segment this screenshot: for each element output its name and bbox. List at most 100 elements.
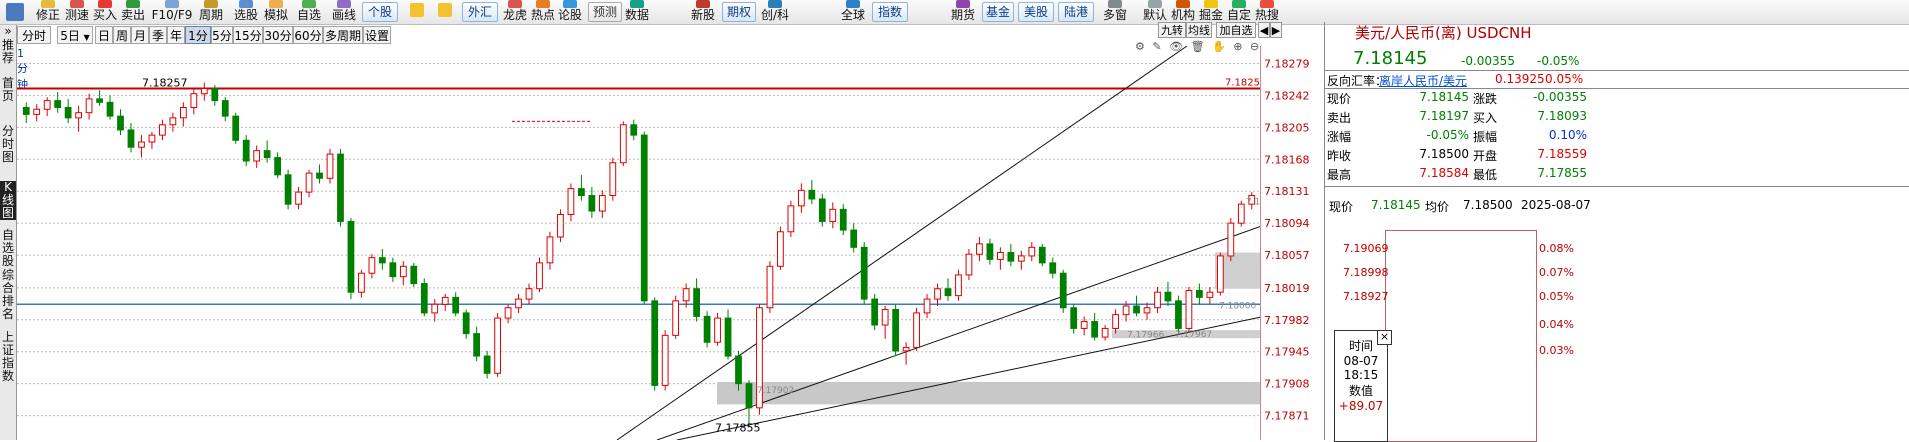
toolbar-data-button[interactable]: 数据	[624, 0, 650, 24]
toolbar-forex-button[interactable]: 外汇	[462, 2, 498, 22]
tab-week[interactable]: 周	[113, 26, 131, 44]
toolbar-global-button[interactable]: 全球	[840, 0, 866, 24]
toolbar-gold-button[interactable]: 掘金	[1198, 0, 1224, 24]
tab-add-watchlist[interactable]: 加自选	[1216, 22, 1256, 38]
candle-body	[892, 308, 900, 352]
toolbar-multi-window-button[interactable]: 多窗	[1102, 0, 1128, 24]
toolbar-chinext-button[interactable]: 创/科	[760, 0, 790, 24]
mini-left-tick: 7.18927	[1343, 290, 1389, 303]
candle-body	[996, 251, 1004, 260]
toolbar-sell-button[interactable]: 卖出	[120, 0, 146, 24]
candle-body	[630, 124, 638, 136]
nav-kline[interactable]: K线图	[0, 181, 16, 220]
tab-ma[interactable]: 均线	[1186, 22, 1212, 38]
quote-value: -0.05%	[1426, 128, 1469, 142]
candlestick-chart[interactable]: 7.18250 7.18257 7.17855 7.17902 7.17966 7.179…	[17, 46, 1260, 440]
level-label: 7.1	[1246, 198, 1260, 208]
toolbar-options-button[interactable]: 期权	[722, 2, 756, 22]
close-icon[interactable]: ×	[1377, 330, 1392, 345]
nav-home[interactable]: 首页	[0, 77, 16, 103]
toolbar-buy-button[interactable]: 买入	[92, 0, 118, 24]
toolbar-hk-connect-button[interactable]: 陆港	[1058, 2, 1094, 22]
candle-body	[274, 157, 282, 176]
toolbar-stock-picker-button[interactable]: 选股	[232, 0, 260, 24]
candle-body	[808, 189, 816, 200]
tab-30min[interactable]: 30分	[263, 26, 293, 44]
toolbar-draw-line-button[interactable]: 画线	[330, 0, 358, 24]
toolbar-futures-button[interactable]: 期货	[950, 0, 976, 24]
tab-timeshare[interactable]: 分时	[17, 26, 51, 44]
tab-season[interactable]: 季	[149, 26, 167, 44]
candle-body	[117, 115, 124, 131]
toolbar-custom-button[interactable]: 自定	[1226, 0, 1252, 24]
tab-60min[interactable]: 60分	[293, 26, 323, 44]
nav-recommend[interactable]: 推荐	[0, 39, 16, 65]
candle-body	[316, 172, 323, 179]
toolbar-default-button[interactable]: 默认	[1142, 0, 1168, 24]
candle-body	[881, 308, 889, 326]
toolbar-us-stock-button[interactable]: 美股	[1018, 2, 1054, 22]
toolbar-speedtest-button[interactable]: 测速	[64, 0, 90, 24]
reverse-rate-label: 反向汇率：	[1327, 74, 1388, 88]
candle-body	[536, 262, 543, 290]
nav-ranking[interactable]: 综合排名	[0, 269, 16, 321]
nav-sh-index[interactable]: 上证指数	[0, 331, 16, 383]
candle-body	[546, 236, 554, 264]
tab-nine-turn[interactable]: 九转	[1158, 22, 1186, 38]
toolbar-fix-button[interactable]: 修正	[35, 0, 61, 24]
toolbar-period-button[interactable]: 周期	[196, 0, 226, 24]
nav-next-icon[interactable]: ▶	[1270, 22, 1282, 38]
candle-body	[179, 107, 187, 119]
candle-body	[431, 303, 439, 314]
app-menu-icon[interactable]	[0, 0, 30, 24]
toolbar-dragon-tiger-button[interactable]: 龙虎	[502, 0, 528, 24]
candle-body	[913, 312, 920, 348]
toolbar-individual-stock-button[interactable]: 个股	[362, 2, 398, 22]
toolbar-fund-button[interactable]: 基金	[982, 2, 1014, 22]
tab-15min[interactable]: 15分	[233, 26, 263, 44]
toolbar-f10-button[interactable]: F10/F9	[150, 0, 194, 24]
candle-body	[1091, 321, 1099, 338]
tab-settings[interactable]: 设置	[363, 26, 391, 44]
candle-body	[567, 188, 575, 216]
candle-body	[986, 243, 994, 260]
reverse-rate-pct: 0.05%	[1545, 72, 1584, 86]
candle-body	[159, 124, 166, 136]
tab-month[interactable]: 月	[131, 26, 149, 44]
candle-body	[33, 108, 41, 115]
candle-body	[619, 124, 627, 164]
arrow-down-icon[interactable]	[432, 0, 458, 24]
collapse-icon[interactable]: »	[0, 25, 16, 38]
nav-timeshare[interactable]: 分时图	[0, 125, 16, 164]
candle-body	[504, 307, 512, 319]
tab-1min[interactable]: 1分	[185, 26, 211, 44]
arrow-left-icon[interactable]	[404, 0, 430, 24]
candle-body	[829, 208, 837, 222]
toolbar-index-button[interactable]: 指数	[872, 2, 908, 22]
candle-body	[253, 150, 261, 162]
toolbar-watchlist-button[interactable]: 自选	[295, 0, 323, 24]
toolbar-simulate-button[interactable]: 模拟	[262, 0, 290, 24]
toolbar-discuss-button[interactable]: 论股	[557, 0, 583, 24]
tab-day[interactable]: 日	[95, 26, 113, 44]
candle-body	[410, 265, 418, 285]
nav-prev-icon[interactable]: ◀	[1258, 22, 1270, 38]
tab-5day[interactable]: 5日 ▼	[57, 26, 93, 44]
current-price: 7.18145	[1353, 48, 1428, 69]
nav-watchlist[interactable]: 自选股	[0, 229, 16, 268]
tab-5min[interactable]: 5分	[211, 26, 233, 44]
tab-multi-period[interactable]: 多周期	[323, 26, 363, 44]
chevron-down-icon: ▼	[83, 33, 90, 42]
candle-body	[358, 272, 365, 293]
tab-year[interactable]: 年	[167, 26, 185, 44]
toolbar-hotspot-button[interactable]: 热点	[530, 0, 556, 24]
candle-body	[609, 162, 617, 197]
toolbar-institution-button[interactable]: 机构	[1170, 0, 1196, 24]
toolbar-new-stock-button[interactable]: 新股	[690, 0, 716, 24]
reverse-rate-link[interactable]: 离岸人民币/美元	[1379, 72, 1467, 89]
toolbar-hot-search-button[interactable]: 热搜	[1254, 0, 1280, 24]
candle-body	[1122, 305, 1130, 316]
candle-body	[557, 214, 564, 238]
candle-body	[494, 317, 501, 374]
toolbar-forecast-button[interactable]: 预测	[588, 2, 622, 22]
